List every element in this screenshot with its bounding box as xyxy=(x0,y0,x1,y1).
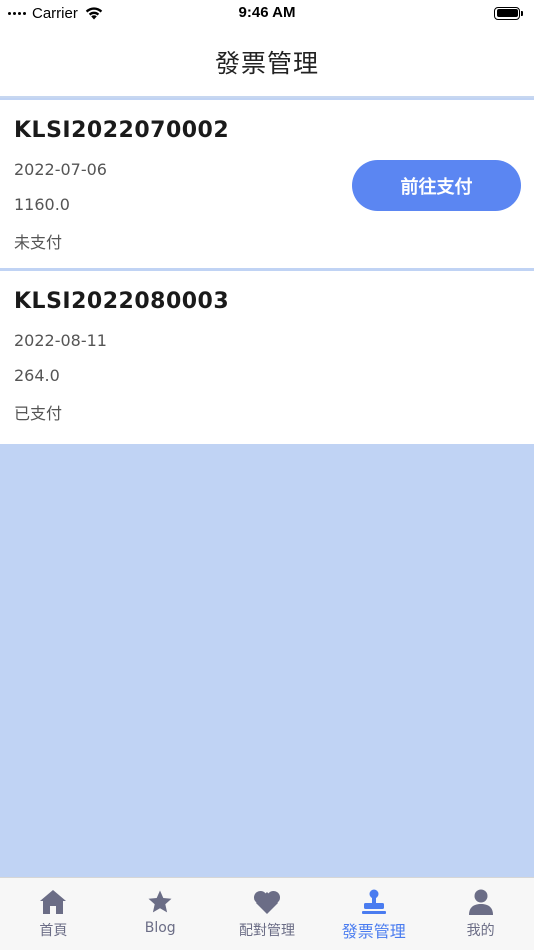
invoice-date: 2022-07-06 xyxy=(14,160,107,179)
invoice-list: KLSI2022070002 2022-07-06 1160.0 未支付 前往支… xyxy=(0,100,534,444)
invoice-card[interactable]: KLSI2022070002 2022-07-06 1160.0 未支付 前往支… xyxy=(0,100,534,271)
star-icon xyxy=(146,888,174,916)
invoice-number: KLSI2022070002 xyxy=(14,118,230,143)
tab-invoice-management[interactable]: 發票管理 xyxy=(320,878,427,950)
home-icon xyxy=(39,888,67,916)
tab-blog[interactable]: Blog xyxy=(107,878,214,950)
invoice-amount: 264.0 xyxy=(14,366,60,385)
tab-label: 發票管理 xyxy=(341,922,406,941)
invoice-date: 2022-08-11 xyxy=(14,331,107,350)
tab-label: Blog xyxy=(144,920,176,936)
pay-button[interactable]: 前往支付 xyxy=(352,160,521,211)
stamp-icon xyxy=(360,888,388,916)
battery-icon xyxy=(494,6,524,20)
invoice-card[interactable]: KLSI2022080003 2022-08-11 264.0 已支付 xyxy=(0,271,534,444)
person-icon xyxy=(467,888,495,916)
tab-bar: 首頁 Blog 配對管理 發票管理 我的 xyxy=(0,877,534,950)
tab-home[interactable]: 首頁 xyxy=(0,878,107,950)
status-bar: Carrier 9:46 AM xyxy=(0,0,534,28)
status-time: 9:46 AM xyxy=(238,4,296,21)
tab-label: 首頁 xyxy=(39,923,68,939)
tab-match-management[interactable]: 配對管理 xyxy=(214,878,321,950)
nav-bar: 發票管理 xyxy=(0,28,534,98)
tab-label: 我的 xyxy=(466,923,495,939)
invoice-status: 已支付 xyxy=(14,404,63,423)
heart-icon xyxy=(253,888,281,916)
invoice-amount: 1160.0 xyxy=(14,195,70,214)
tab-label: 配對管理 xyxy=(238,923,295,939)
tab-profile[interactable]: 我的 xyxy=(427,878,534,950)
invoice-status: 未支付 xyxy=(14,233,63,252)
page-title: 發票管理 xyxy=(214,49,319,78)
invoice-number: KLSI2022080003 xyxy=(14,289,230,314)
